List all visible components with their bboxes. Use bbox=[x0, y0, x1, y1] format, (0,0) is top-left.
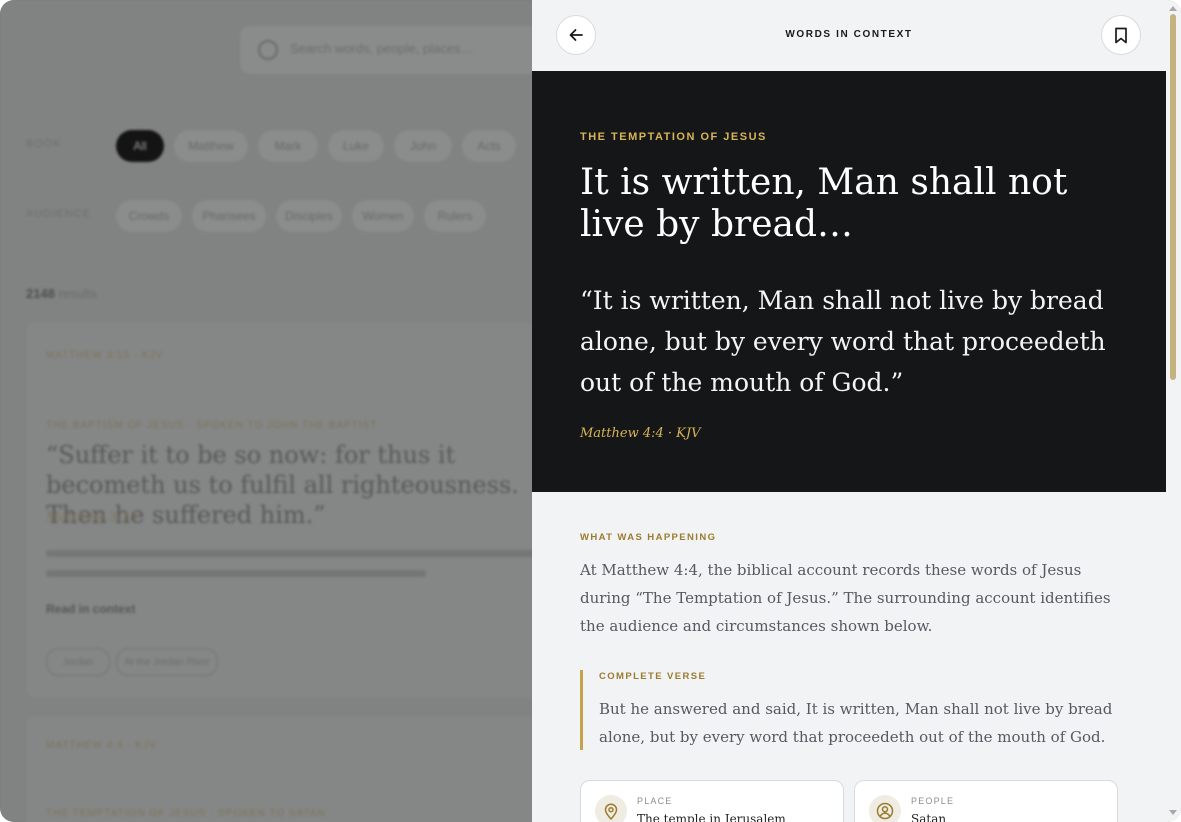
result-count: 2148 results bbox=[26, 286, 97, 301]
people-value: Satan bbox=[911, 812, 947, 822]
book-pill: John bbox=[394, 130, 452, 162]
book-pill: Luke bbox=[328, 130, 384, 162]
complete-verse-eyebrow: COMPLETE VERSE bbox=[599, 671, 707, 682]
card-sub-eyebrow: THE TEMPTATION OF JESUS · SPOKEN TO SATA… bbox=[46, 808, 326, 819]
audience-pill: Crowds bbox=[116, 200, 182, 232]
audience-pill: Women bbox=[352, 200, 414, 232]
background-search: Search words, people, places… bbox=[240, 26, 540, 74]
user-circle-icon bbox=[869, 795, 901, 822]
audience-pill: Pharisees bbox=[192, 200, 266, 232]
book-pill: Mark bbox=[258, 130, 318, 162]
book-pill: All bbox=[116, 130, 164, 162]
scroll-down-icon[interactable] bbox=[1169, 810, 1177, 815]
audience-pill: Disciples bbox=[276, 200, 342, 232]
card-eyebrow: MATTHEW 3:15 · KJV bbox=[46, 350, 164, 361]
map-pin-icon bbox=[595, 795, 627, 822]
drawer-title: WORDS IN CONTEXT bbox=[785, 29, 913, 40]
card-eyebrow: MATTHEW 4:4 · KJV bbox=[46, 740, 157, 751]
place-card: PLACE The temple in Jerusalem bbox=[580, 780, 844, 822]
bookmark-icon bbox=[1115, 27, 1127, 43]
card-chip: Jordan bbox=[46, 648, 110, 676]
card-chip: At the Jordan River bbox=[116, 648, 218, 676]
card-text-line bbox=[46, 550, 536, 557]
people-label: PEOPLE bbox=[911, 796, 955, 806]
background-result-card: MATTHEW 4:4 · KJV THE TEMPTATION OF JESU… bbox=[26, 716, 546, 822]
book-pill: Matthew bbox=[174, 130, 248, 162]
complete-verse-block: COMPLETE VERSE But he answered and said,… bbox=[580, 670, 1143, 750]
audience-pill: Rulers bbox=[424, 200, 486, 232]
search-icon bbox=[258, 40, 278, 60]
book-pill: Acts bbox=[462, 130, 516, 162]
hero-title: It is written, Man shall not live by bre… bbox=[580, 162, 1068, 245]
read-in-context-link: Read in context bbox=[46, 602, 136, 616]
background-search-placeholder: Search words, people, places… bbox=[290, 41, 474, 56]
scrollbar-thumb[interactable] bbox=[1170, 14, 1176, 380]
bookmark-button[interactable] bbox=[1101, 15, 1141, 55]
audience-filter-label: AUDIENCE bbox=[26, 208, 91, 220]
card-text-line bbox=[46, 570, 426, 577]
card-sub-eyebrow: THE BAPTISM OF JESUS · SPOKEN TO JOHN TH… bbox=[46, 420, 378, 431]
scroll-up-icon[interactable] bbox=[1169, 6, 1177, 11]
verse-hero: THE TEMPTATION OF JESUS It is written, M… bbox=[532, 71, 1166, 492]
book-filter-label: BOOK bbox=[26, 138, 62, 150]
people-card: PEOPLE Satan bbox=[854, 780, 1118, 822]
drawer-topbar: WORDS IN CONTEXT bbox=[532, 0, 1166, 71]
happening-eyebrow: WHAT WAS HAPPENING bbox=[580, 532, 717, 543]
complete-verse-text: But he answered and said, It is written,… bbox=[599, 700, 1113, 746]
happening-text: At Matthew 4:4, the biblical account rec… bbox=[580, 561, 1111, 635]
context-drawer: WORDS IN CONTEXT THE TEMPTATION OF JESUS… bbox=[532, 0, 1181, 822]
background-result-card: MATTHEW 3:15 · KJV THE BAPTISM OF JESUS … bbox=[26, 322, 546, 698]
app-frame: Search words, people, places… BOOK All M… bbox=[0, 0, 1181, 822]
hero-eyebrow: THE TEMPTATION OF JESUS bbox=[580, 131, 767, 143]
hero-reference: Matthew 4:4 · KJV bbox=[580, 426, 701, 441]
hero-verse: “It is written, Man shall not live by br… bbox=[580, 286, 1106, 397]
drawer-scrollbar[interactable] bbox=[1166, 0, 1181, 822]
card-reference: Matthew 3:15 bbox=[46, 510, 139, 525]
place-value: The temple in Jerusalem bbox=[637, 812, 786, 822]
place-label: PLACE bbox=[637, 796, 673, 806]
